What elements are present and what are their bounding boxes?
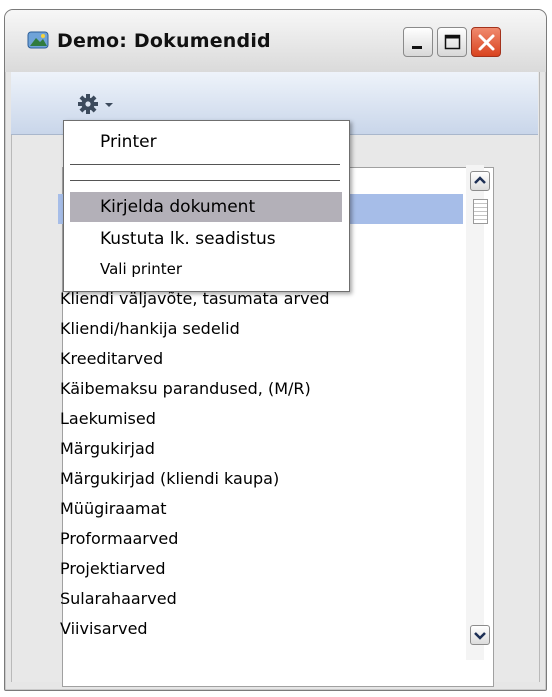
menu-item-printer[interactable]: Printer	[64, 127, 349, 157]
actions-dropdown-menu: Printer Kirjelda dokument Kustuta lk. se…	[63, 120, 350, 292]
list-item[interactable]: Laekumised	[60, 404, 156, 434]
scroll-up-button[interactable]	[470, 171, 490, 191]
scroll-up-icon	[474, 176, 486, 184]
menu-item-label: Vali printer	[100, 260, 183, 278]
list-item[interactable]: Projektiarved	[60, 554, 166, 584]
menu-item-kustuta-seadistus[interactable]: Kustuta lk. seadistus	[64, 224, 349, 254]
list-item[interactable]: Viivisarved	[60, 614, 148, 644]
menu-item-vali-printer[interactable]: Vali printer	[64, 254, 349, 284]
app-icon	[27, 31, 49, 49]
maximize-button[interactable]	[437, 27, 467, 57]
list-item[interactable]: Sularahaarved	[60, 584, 177, 614]
vertical-scrollbar[interactable]	[466, 165, 484, 660]
menu-separator	[70, 180, 340, 181]
list-item[interactable]: Kreeditarved	[60, 344, 163, 374]
window-title: Demo: Dokumendid	[57, 30, 271, 52]
actions-menu-button[interactable]	[73, 90, 123, 118]
gear-icon	[78, 94, 98, 114]
list-item[interactable]: Käibemaksu parandused, (M/R)	[60, 374, 311, 404]
menu-item-label: Printer	[100, 132, 157, 152]
menu-item-label: Kirjelda dokument	[100, 197, 256, 217]
list-item[interactable]: Müügiraamat	[60, 494, 167, 524]
chevron-down-icon	[105, 103, 113, 107]
close-button[interactable]	[471, 27, 501, 57]
list-item[interactable]: Proformaarved	[60, 524, 178, 554]
menu-separator	[70, 164, 340, 165]
scroll-down-button[interactable]	[470, 625, 490, 645]
minimize-icon	[412, 46, 422, 49]
minimize-button[interactable]	[403, 27, 433, 57]
close-icon	[478, 34, 495, 51]
menu-item-label: Kustuta lk. seadistus	[100, 229, 276, 249]
scrollbar-thumb[interactable]	[473, 199, 488, 224]
menu-item-kirjelda-dokument[interactable]: Kirjelda dokument	[64, 192, 349, 222]
list-item[interactable]: Märgukirjad	[60, 434, 155, 464]
list-item[interactable]: Kliendi/hankija sedelid	[60, 314, 240, 344]
list-item[interactable]: Märgukirjad (kliendi kaupa)	[60, 464, 279, 494]
title-bar[interactable]: Demo: Dokumendid	[5, 10, 546, 72]
scroll-down-icon	[474, 632, 486, 640]
maximize-icon	[444, 34, 461, 50]
